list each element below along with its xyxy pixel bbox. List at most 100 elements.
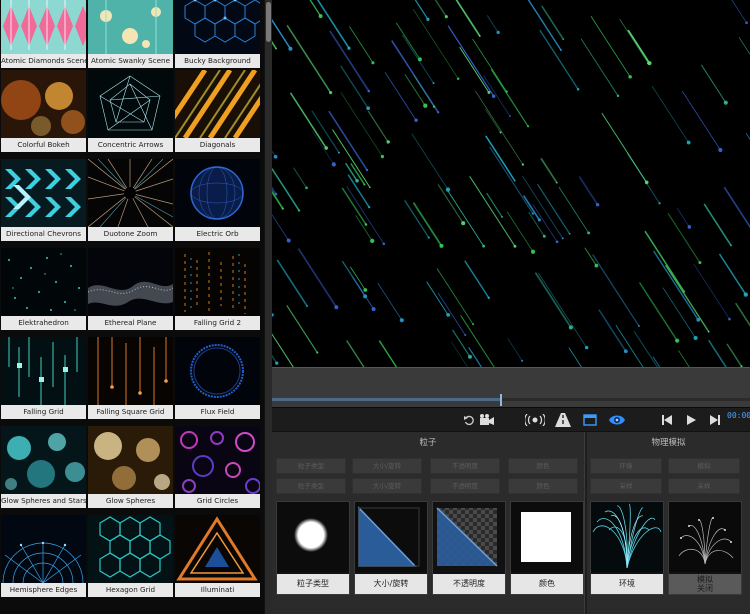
particle-head [696,318,701,322]
size-rotation-card[interactable]: 大小/旋转 [354,501,428,595]
section-divider [584,432,587,614]
opacity-card[interactable]: 不透明度 [432,501,506,595]
ghost-button[interactable]: 采样 [668,478,740,494]
particle-head [637,325,640,327]
particle-head [496,30,500,35]
scrollbar-thumb[interactable] [266,2,271,42]
timecode: 00:00 [727,411,750,420]
particle-streak [489,146,534,214]
preset-falling-grid-2[interactable]: Falling Grid 2 [174,248,261,336]
preset-label: Grid Circles [175,494,260,508]
particle-streak [297,248,338,308]
particle-streak [464,260,490,299]
skip-forward-icon[interactable] [708,412,722,428]
eye-icon[interactable] [608,412,626,428]
camera-icon[interactable] [478,412,496,428]
particle-head [730,244,732,247]
preset-glow-spheres[interactable]: Glow Spheres [87,426,174,514]
particle-streak [286,305,318,353]
preset-thumbnail [175,337,260,405]
particle-streak [644,230,685,293]
preset-electric-orb[interactable]: Electric Orb [174,159,261,247]
ghost-button[interactable]: 模拟 [668,458,740,474]
particle-streak [272,337,288,367]
particle-streak [693,263,730,320]
particle-streak [460,315,495,367]
particle-type-card[interactable]: 粒子类型 [276,501,350,595]
window-icon[interactable] [582,412,598,428]
environment-card[interactable]: 环境 [590,501,664,595]
particle-streak [726,343,743,367]
particle-head [382,242,386,246]
particle-streak [340,92,383,157]
preset-diagonals[interactable]: Diagonals [174,70,261,158]
particle-head [491,94,496,98]
particle-streak [486,192,503,218]
preset-label: Falling Grid [1,405,86,419]
preset-illuminati[interactable]: Illuminati [174,515,261,603]
simulation-card[interactable]: 模拟 关闭 [668,501,742,595]
road-icon[interactable] [554,412,572,428]
preset-atomic-swanky[interactable]: Atomic Swanky Scene [87,0,174,74]
particle-head [426,17,430,21]
particle-head [365,168,369,172]
preset-falling-grid[interactable]: Falling Grid [0,337,87,425]
particle-streak [667,213,701,263]
skip-back-icon[interactable] [660,412,674,428]
particle-streak [486,15,499,33]
ghost-button[interactable]: 环境 [590,458,662,474]
particle-head [683,290,686,293]
preset-elektrahedron[interactable]: Elektrahedron [0,248,87,336]
particle-head [555,240,559,244]
particle-streak [272,333,294,367]
ghost-button[interactable]: 粒子类型 [276,458,346,474]
particle-head [369,186,371,189]
undo-icon[interactable] [462,412,476,428]
particle-head [363,183,366,186]
preset-directional-chevrons[interactable]: Directional Chevrons [0,159,87,247]
preset-ethereal-plane[interactable]: Ethereal Plane [87,248,174,336]
broadcast-icon[interactable] [524,412,546,428]
particle-head [745,21,748,25]
particle-head [521,359,524,362]
preset-flux-field[interactable]: Flux Field [174,337,261,425]
particle-head [306,305,309,307]
particle-head [505,90,508,93]
preset-hemisphere-edges[interactable]: Hemisphere Edges [0,515,87,603]
preset-thumbnail [88,159,173,227]
particle-head [595,203,600,207]
ghost-button[interactable]: 采样 [590,478,662,494]
preset-thumbnail [88,70,173,138]
preset-glow-spheres-and-stars[interactable]: Glow Spheres and Stars [0,426,87,514]
ghost-button[interactable]: 不透明度 [430,478,500,494]
particle-streak [272,168,300,212]
preset-scrollbar[interactable] [264,0,272,614]
particle-streak [272,40,277,50]
ghost-button[interactable]: 不透明度 [430,458,500,474]
ghost-button[interactable]: 颜色 [508,458,578,474]
preset-label: Directional Chevrons [1,227,86,241]
particle-head [273,154,278,159]
ghost-button[interactable]: 大小/旋转 [352,458,422,474]
particle-streak [651,85,689,143]
preset-atomic-diamonds[interactable]: Atomic Diamonds Scene [0,0,87,74]
particle-head [432,105,436,108]
preset-thumbnail [175,70,260,138]
preset-concentric-arrows[interactable]: Concentric Arrows [87,70,174,158]
particle-head [445,187,451,192]
preset-duotone-zoom[interactable]: Duotone Zoom [87,159,174,247]
play-icon[interactable] [684,412,698,428]
color-card[interactable]: 颜色 [510,501,584,595]
preset-colorful-bokeh[interactable]: Colorful Bokeh [0,70,87,158]
ghost-button[interactable]: 粒子类型 [276,478,346,494]
timeline[interactable] [272,367,750,407]
particle-streak [598,309,627,352]
ghost-button[interactable]: 大小/旋转 [352,478,422,494]
preset-grid-circles[interactable]: Grid Circles [174,426,261,514]
preset-falling-square-grid[interactable]: Falling Square Grid [87,337,174,425]
ghost-button[interactable]: 颜色 [508,478,578,494]
particle-streak [345,162,358,182]
timeline-playhead[interactable] [500,394,502,406]
preset-hexagon-grid[interactable]: Hexagon Grid [87,515,174,603]
preset-bucky-background[interactable]: Bucky Background [174,0,261,74]
